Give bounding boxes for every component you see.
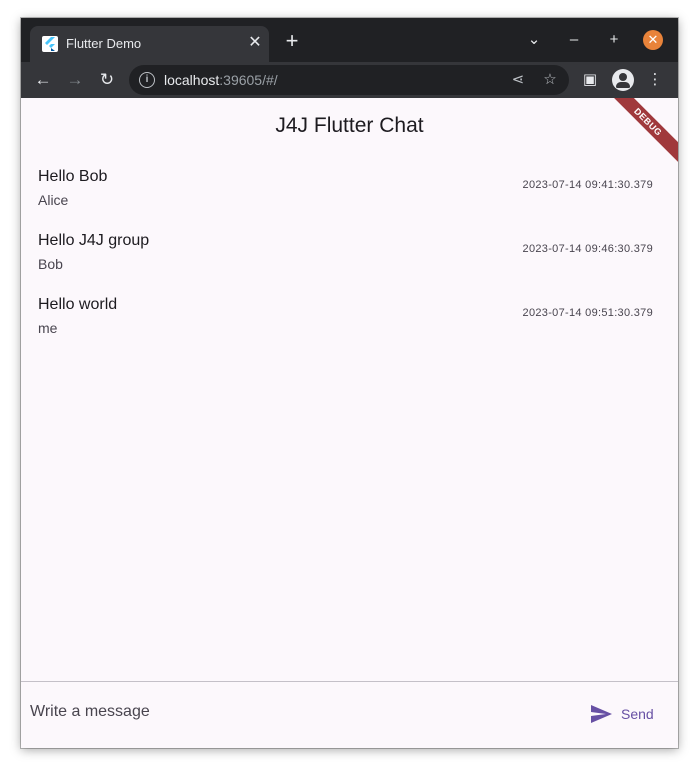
url-path: :39605/#/ <box>219 72 278 88</box>
share-icon[interactable]: ⋖ <box>508 70 528 90</box>
list-item[interactable]: Hello world me 2023-07-14 09:51:30.379 <box>21 292 678 356</box>
close-icon[interactable]: ✕ <box>643 30 663 50</box>
message-author: Bob <box>38 256 63 272</box>
message-composer: Send <box>21 681 678 748</box>
plus-icon[interactable]: + <box>281 30 303 52</box>
flutter-app: J4J Flutter Chat DEBUG Hello Bob Alice 2… <box>21 98 678 748</box>
reload-icon[interactable]: ↻ <box>95 68 119 92</box>
tab-strip: Flutter Demo ✕ + ⌄ – + ✕ <box>21 18 678 62</box>
arrow-right-icon[interactable]: → <box>63 68 87 92</box>
address-bar[interactable]: i localhost:39605/#/ ⋖ ☆ <box>129 65 569 95</box>
send-icon <box>589 702 613 726</box>
message-author: Alice <box>38 192 69 208</box>
minimize-icon[interactable]: – <box>564 30 584 50</box>
message-text: Hello Bob <box>38 168 108 185</box>
browser-toolbar: ← → ↻ i localhost:39605/#/ ⋖ ☆ ▣ ⋮ <box>21 62 678 98</box>
message-text: Hello J4J group <box>38 232 150 249</box>
close-icon[interactable]: ✕ <box>246 34 264 52</box>
message-timestamp: 2023-07-14 09:41:30.379 <box>522 179 653 191</box>
browser-tab[interactable]: Flutter Demo ✕ <box>30 26 269 62</box>
browser-window: Flutter Demo ✕ + ⌄ – + ✕ ← → ↻ i localho… <box>21 18 678 748</box>
profile-icon[interactable] <box>612 69 634 91</box>
flutter-icon <box>42 36 58 52</box>
info-icon[interactable]: i <box>139 72 155 88</box>
message-timestamp: 2023-07-14 09:46:30.379 <box>522 243 653 255</box>
url-host: localhost <box>164 72 220 88</box>
star-icon[interactable]: ☆ <box>540 70 560 90</box>
message-author: me <box>38 320 58 336</box>
list-item[interactable]: Hello J4J group Bob 2023-07-14 09:46:30.… <box>21 228 678 292</box>
maximize-icon[interactable]: + <box>604 30 624 50</box>
message-timestamp: 2023-07-14 09:51:30.379 <box>522 307 653 319</box>
arrow-left-icon[interactable]: ← <box>31 68 55 92</box>
message-input[interactable] <box>30 703 550 721</box>
send-button[interactable]: Send <box>583 699 659 729</box>
url-text[interactable]: localhost:39605/#/ <box>164 72 278 88</box>
side-panel-icon[interactable]: ▣ <box>580 70 600 90</box>
chevron-down-icon[interactable]: ⌄ <box>524 30 544 50</box>
message-text: Hello world <box>38 296 118 313</box>
page-title: J4J Flutter Chat <box>275 114 424 137</box>
kebab-menu-icon[interactable]: ⋮ <box>645 70 665 90</box>
send-label: Send <box>621 706 654 722</box>
list-item[interactable]: Hello Bob Alice 2023-07-14 09:41:30.379 <box>21 164 678 228</box>
tab-title: Flutter Demo <box>66 36 142 51</box>
